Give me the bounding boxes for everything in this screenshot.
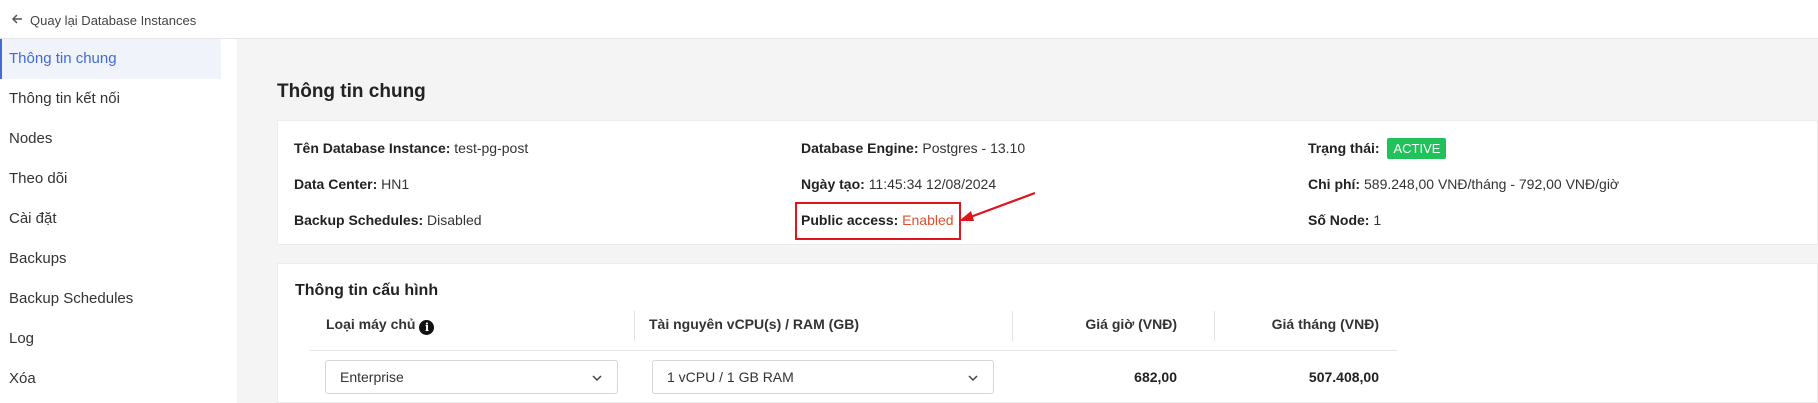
back-link[interactable]: Quay lại Database Instances [10,12,196,29]
resources-header: Tài nguyên vCPU(s) / RAM (GB) [649,316,860,332]
data-center-label: Data Center: [294,176,378,192]
server-type-select-value: Enterprise [340,369,404,385]
node-count-row: Số Node: 1 [1308,212,1381,228]
info-icon[interactable]: i [419,320,435,335]
instance-name-row: Tên Database Instance: test-pg-post [294,140,528,156]
data-center-row: Data Center: HN1 [294,176,409,192]
monthly-price-header: Giá tháng (VNĐ) [1271,316,1379,332]
sidebar-item-backups[interactable]: Backups [0,239,237,279]
status-badge: ACTIVE [1387,138,1447,159]
backup-schedules-value: Disabled [427,212,482,228]
node-count-value: 1 [1373,212,1382,228]
server-type-select[interactable]: Enterprise [325,360,618,394]
cost-label: Chi phí: [1308,176,1361,192]
sidebar-item-connection[interactable]: Thông tin kết nối [0,79,237,119]
sidebar-item-backup-schedules[interactable]: Backup Schedules [0,279,237,319]
backup-schedules-label: Backup Schedules: [294,212,424,228]
instance-name-label: Tên Database Instance: [294,140,451,156]
column-divider [634,311,635,341]
instance-name-value: test-pg-post [454,140,529,156]
column-divider [1214,311,1215,341]
cost-value: 589.248,00 VNĐ/tháng - 792,00 VNĐ/giờ [1364,176,1620,192]
column-divider [1012,311,1013,341]
page-title: Thông tin chung [277,81,426,102]
resources-select[interactable]: 1 vCPU / 1 GB RAM [652,360,994,394]
node-count-label: Số Node: [1308,212,1370,228]
header-divider [310,350,1398,351]
sidebar: Thông tin chung Thông tin kết nối Nodes … [0,39,237,403]
cost-row: Chi phí: 589.248,00 VNĐ/tháng - 792,00 V… [1308,176,1619,192]
sidebar-item-settings[interactable]: Cài đặt [0,199,237,239]
arrow-left-icon [10,12,24,29]
sidebar-item-nodes[interactable]: Nodes [0,119,237,159]
hourly-price-value: 682,00 [1134,369,1177,385]
sidebar-item-delete[interactable]: Xóa [0,359,237,399]
hourly-price-header: Giá giờ (VNĐ) [1085,316,1177,332]
monthly-price-value: 507.408,00 [1308,369,1379,385]
created-label: Ngày tạo: [801,176,865,192]
annotation-arrow-icon [959,191,1036,221]
resources-select-value: 1 vCPU / 1 GB RAM [667,369,794,385]
sidebar-item-log[interactable]: Log [0,319,237,359]
backup-schedules-row: Backup Schedules: Disabled [294,212,482,228]
sidebar-item-general[interactable]: Thông tin chung [0,39,221,79]
config-title: Thông tin cấu hình [295,282,439,299]
status-label: Trạng thái: [1308,140,1380,156]
status-row: Trạng thái: ACTIVE [1308,138,1447,159]
engine-row: Database Engine: Postgres - 13.10 [801,140,1025,156]
data-center-value: HN1 [381,176,410,192]
general-info-card: Tên Database Instance: test-pg-post Data… [277,120,1818,245]
engine-label: Database Engine: [801,140,919,156]
server-type-header-label: Loại máy chủ [326,316,416,332]
server-type-header: Loại máy chủ i [326,316,435,335]
top-bar: Quay lại Database Instances [0,0,1818,39]
public-access-highlight-box [795,202,961,240]
back-link-label: Quay lại Database Instances [30,13,197,28]
engine-value: Postgres - 13.10 [922,140,1026,156]
config-card: Thông tin cấu hình Loại máy chủ i Tài ngu… [277,263,1818,403]
sidebar-item-monitoring[interactable]: Theo dõi [0,159,237,199]
